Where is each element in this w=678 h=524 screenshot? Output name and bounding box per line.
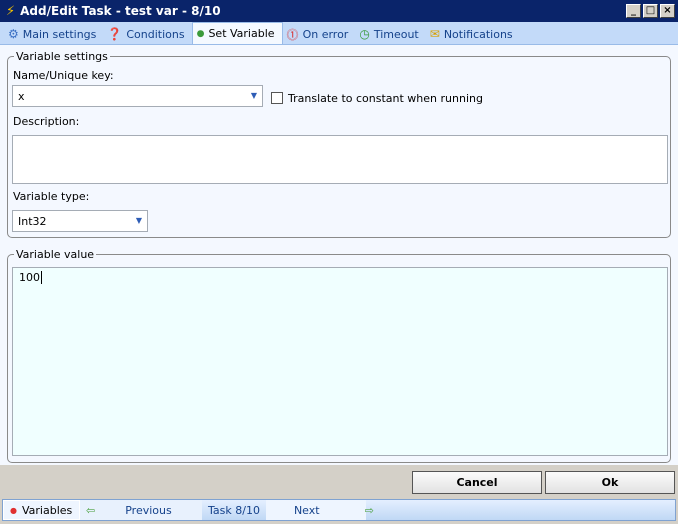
name-value: x <box>18 90 25 103</box>
app-icon: ⚡ <box>6 3 16 19</box>
type-label: Variable type: <box>13 190 90 203</box>
chevron-down-icon[interactable]: ▼ <box>246 86 262 106</box>
arrow-left-icon: ⇦ <box>86 503 96 517</box>
tab-label: Notifications <box>443 27 513 41</box>
tab-label: Timeout <box>373 27 419 41</box>
tab-notifications[interactable]: ✉ Notifications <box>426 24 520 44</box>
task-counter: Task 8/10 <box>208 503 260 517</box>
tab-label: Conditions <box>126 27 185 41</box>
text-cursor <box>41 271 42 284</box>
set-variable-panel: Variable settings Name/Unique key: x ▼ Tr… <box>0 44 678 465</box>
group-legend: Variable value <box>16 248 95 261</box>
tab-label: Set Variable <box>208 27 275 40</box>
previous-button[interactable]: ⇦ Previous <box>80 500 202 520</box>
error-icon: ⓵ <box>286 27 299 42</box>
window-title: Add/Edit Task - test var - 8/10 <box>20 4 221 18</box>
maximize-button[interactable]: □ <box>643 4 658 18</box>
title-bar: ⚡ Add/Edit Task - test var - 8/10 _ □ × <box>0 0 678 22</box>
cancel-button[interactable]: Cancel <box>412 471 542 494</box>
tab-timeout[interactable]: ◷ Timeout <box>355 24 425 44</box>
tab-label: On error <box>302 27 349 41</box>
value-text: 100 <box>19 271 40 284</box>
name-label: Name/Unique key: <box>13 69 114 82</box>
dot-icon: ● <box>10 505 17 515</box>
close-button[interactable]: × <box>660 4 675 18</box>
minimize-button[interactable]: _ <box>626 4 641 18</box>
tab-conditions[interactable]: ❓ Conditions <box>103 24 191 44</box>
type-value: Int32 <box>18 215 47 228</box>
variables-button[interactable]: ● Variables <box>3 500 80 520</box>
ok-button[interactable]: Ok <box>545 471 675 494</box>
chevron-down-icon[interactable]: ▼ <box>131 211 147 231</box>
tab-main-settings[interactable]: ⚙ Main settings <box>4 24 103 44</box>
tab-label: Main settings <box>22 27 97 41</box>
clock-icon: ◷ <box>359 27 370 41</box>
previous-label: Previous <box>125 503 172 517</box>
variable-type-select[interactable]: Int32 ▼ <box>12 210 148 232</box>
gear-icon: ⚙ <box>8 27 19 41</box>
name-combo[interactable]: x ▼ <box>12 85 263 107</box>
translate-checkbox[interactable] <box>271 92 283 104</box>
envelope-icon: ✉ <box>429 27 440 41</box>
variable-value-input[interactable]: 100 <box>12 267 668 456</box>
question-icon: ❓ <box>107 27 123 41</box>
arrow-right-icon: ⇨ <box>364 503 374 517</box>
variables-label: Variables <box>21 503 73 517</box>
group-legend: Variable settings <box>16 50 108 63</box>
description-label: Description: <box>13 115 80 128</box>
status-bar: ● Variables ⇦ Previous Task 8/10 Next ⇨ <box>2 499 676 521</box>
translate-label: Translate to constant when running <box>288 92 483 105</box>
description-input[interactable] <box>12 135 668 184</box>
next-label: Next <box>293 503 320 517</box>
dot-icon: ● <box>196 28 205 39</box>
tab-on-error[interactable]: ⓵ On error <box>283 24 356 44</box>
next-button[interactable]: Next ⇨ <box>265 500 374 520</box>
tab-set-variable[interactable]: ● Set Variable <box>191 22 283 44</box>
tab-strip: ⚙ Main settings ❓ Conditions ● Set Variable… <box>0 22 678 44</box>
